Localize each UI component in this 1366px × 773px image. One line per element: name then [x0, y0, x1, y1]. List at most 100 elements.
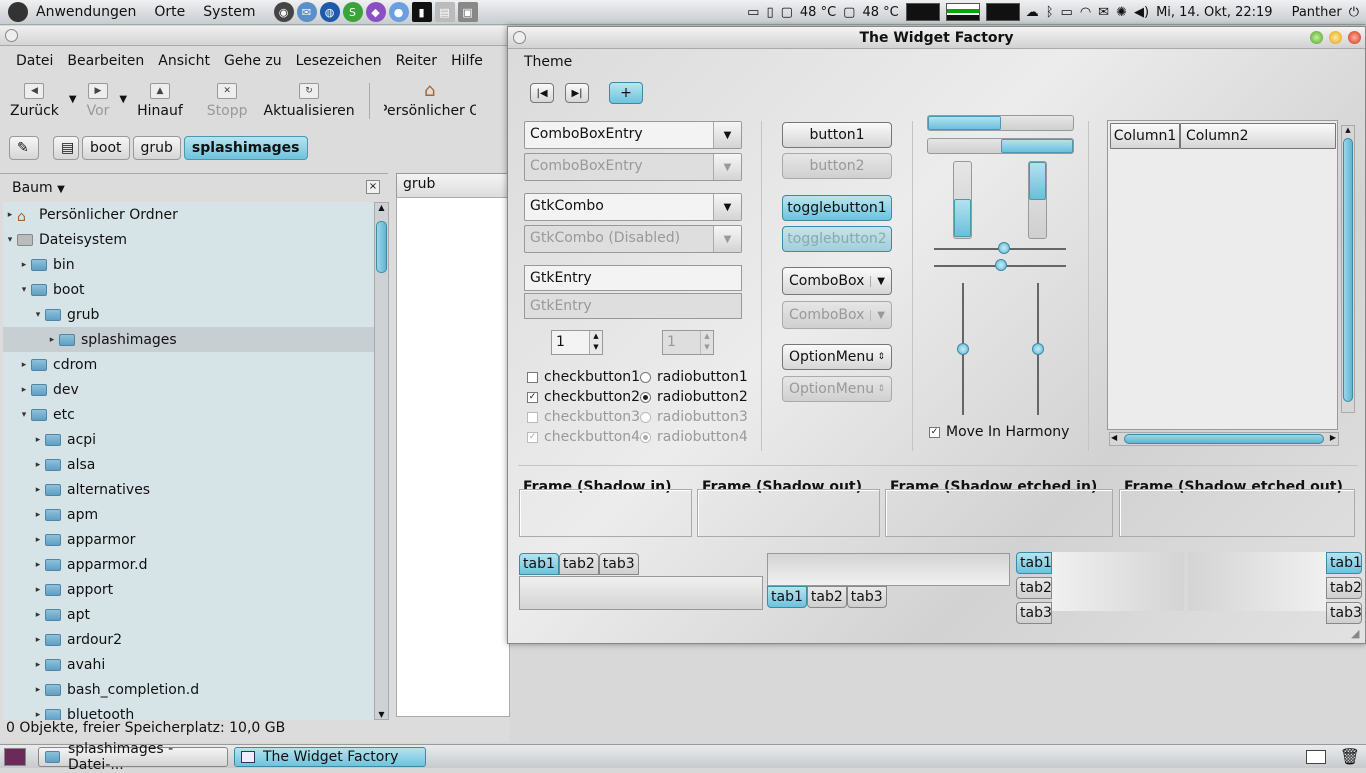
window-menu-icon[interactable]: [5, 29, 18, 42]
expander-icon[interactable]: ▾: [3, 235, 17, 245]
expander-icon[interactable]: ▸: [31, 460, 45, 470]
browser-launcher-icon[interactable]: ◍: [319, 2, 340, 22]
pidgin-launcher-icon[interactable]: ◆: [365, 2, 386, 22]
tree-row[interactable]: ▾ Dateisystem: [3, 227, 374, 252]
expander-icon[interactable]: ▸: [31, 635, 45, 645]
expander-icon[interactable]: ▸: [17, 260, 31, 270]
expander-icon[interactable]: ▸: [31, 710, 45, 720]
notification-icon[interactable]: ✺: [1116, 5, 1127, 20]
expander-icon[interactable]: ▸: [31, 435, 45, 445]
forward-button[interactable]: ▶ Vor: [87, 83, 109, 119]
workspace-switcher[interactable]: [1305, 749, 1326, 764]
optionmenu[interactable]: OptionMenu ⇕: [782, 344, 892, 370]
hscroll-thumb[interactable]: [1124, 434, 1324, 444]
expander-icon[interactable]: ▸: [31, 485, 45, 495]
last-button[interactable]: ▶|: [565, 83, 589, 103]
button1[interactable]: button1: [782, 122, 892, 148]
nb4-tab3[interactable]: tab3: [1326, 602, 1362, 624]
column1-header[interactable]: Column1: [1110, 123, 1180, 149]
forward-history-icon[interactable]: ▼: [119, 94, 127, 105]
expander-icon[interactable]: ▸: [31, 685, 45, 695]
tree-scroll-thumb[interactable]: [376, 221, 387, 273]
mem-graph[interactable]: [945, 3, 980, 21]
tree-row[interactable]: ▸ bluetooth: [3, 702, 374, 720]
treeview-vscrollbar[interactable]: ▲: [1341, 125, 1355, 413]
expander-icon[interactable]: ▸: [31, 535, 45, 545]
menu-bearbeiten[interactable]: Bearbeiten: [67, 53, 144, 69]
hscale-1-knob[interactable]: [998, 242, 1010, 254]
tab-grub[interactable]: grub: [396, 173, 510, 197]
comboboxentry[interactable]: ComboBoxEntry ▼: [524, 121, 742, 149]
tree-row[interactable]: ▾ grub: [3, 302, 374, 327]
dropdown-arrow-icon[interactable]: ▼: [713, 122, 741, 148]
expander-icon[interactable]: ▸: [45, 335, 59, 345]
combobox[interactable]: ComboBox ▼: [782, 267, 892, 295]
tree-row[interactable]: ▸ alternatives: [3, 477, 374, 502]
expander-icon[interactable]: ▸: [3, 210, 17, 220]
show-desktop-icon[interactable]: [4, 747, 26, 766]
close-sidepane-icon[interactable]: ×: [366, 180, 380, 194]
minimize-icon[interactable]: [1310, 31, 1323, 44]
system-menu[interactable]: System: [203, 4, 255, 20]
scroll-down-icon[interactable]: ▼: [375, 710, 388, 719]
back-history-icon[interactable]: ▼: [69, 94, 77, 105]
move-in-harmony-check[interactable]: ✓ Move In Harmony: [929, 422, 1069, 442]
battery-icon[interactable]: ▭: [1061, 5, 1073, 20]
nb3-tab1[interactable]: tab1: [1016, 552, 1052, 574]
expander-icon[interactable]: ▸: [17, 385, 31, 395]
reload-button[interactable]: ↻ Aktualisieren: [264, 83, 355, 119]
tree-row[interactable]: ▸ splashimages: [3, 327, 374, 352]
screenshot-launcher-icon[interactable]: ▣: [457, 2, 478, 22]
crumb-boot[interactable]: boot: [82, 136, 130, 160]
nb4-tab1[interactable]: tab1: [1326, 552, 1362, 574]
edit-location-button[interactable]: ✎: [9, 136, 39, 160]
root-crumb[interactable]: ▤: [53, 136, 79, 160]
file-manager-titlebar[interactable]: [0, 26, 510, 46]
expander-icon[interactable]: ▾: [17, 285, 31, 295]
checkbutton2[interactable]: ✓ checkbutton2: [527, 387, 640, 407]
wifi-icon[interactable]: ◠: [1080, 5, 1091, 20]
clock[interactable]: Mi, 14. Okt, 22:19: [1156, 5, 1273, 20]
menu-datei[interactable]: Datei: [16, 53, 53, 69]
chat-launcher-icon[interactable]: ●: [388, 2, 409, 22]
home-button[interactable]: ⌂ Persönlicher O: [384, 80, 476, 119]
nb4-tab2[interactable]: tab2: [1326, 577, 1362, 599]
nb1-tab2[interactable]: tab2: [558, 553, 599, 575]
expander-icon[interactable]: ▸: [31, 585, 45, 595]
tree-row[interactable]: ▸ ⌂ Persönlicher Ordner: [3, 202, 374, 227]
tree-row[interactable]: ▸ apm: [3, 502, 374, 527]
folder-tree[interactable]: ▸ ⌂ Persönlicher Ordner ▾ Dateisystem ▸ bin ▾ bo…: [3, 202, 374, 720]
spin-arrows-icon[interactable]: ▲ ▼: [589, 331, 602, 354]
window-menu-icon[interactable]: [513, 31, 526, 44]
weather-icon[interactable]: ☁: [1026, 5, 1039, 20]
tree-row[interactable]: ▸ apt: [3, 602, 374, 627]
radiobutton2[interactable]: radiobutton2: [640, 387, 748, 407]
net-graph[interactable]: [985, 3, 1020, 21]
places-menu[interactable]: Orte: [154, 4, 185, 20]
add-button[interactable]: +: [609, 82, 643, 104]
cpu-graph[interactable]: [905, 3, 940, 21]
treeview-hscrollbar[interactable]: ◀ ▶: [1109, 432, 1339, 446]
menu-gehe-zu[interactable]: Gehe zu: [224, 53, 282, 69]
widget-factory-titlebar[interactable]: The Widget Factory: [508, 27, 1365, 49]
menu-reiter[interactable]: Reiter: [396, 53, 437, 69]
expander-icon[interactable]: ▸: [31, 610, 45, 620]
mail-launcher-icon[interactable]: ✉: [296, 2, 317, 22]
tree-row[interactable]: ▾ boot: [3, 277, 374, 302]
up-button[interactable]: ▲ Hinauf: [137, 83, 183, 119]
dropdown-arrow-icon[interactable]: ▼: [713, 194, 741, 220]
nb2-tab3[interactable]: tab3: [846, 586, 887, 608]
scroll-right-icon[interactable]: ▶: [1330, 433, 1336, 442]
nb1-tab3[interactable]: tab3: [598, 553, 639, 575]
menu-hilfe[interactable]: Hilfe: [451, 53, 483, 69]
maximize-icon[interactable]: [1329, 31, 1342, 44]
radiobutton1[interactable]: radiobutton1: [640, 367, 748, 387]
tree-row[interactable]: ▸ avahi: [3, 652, 374, 677]
tree-row[interactable]: ▸ apparmor.d: [3, 552, 374, 577]
crumb-grub[interactable]: grub: [132, 136, 181, 160]
file-view[interactable]: [396, 197, 510, 717]
expander-icon[interactable]: ▾: [17, 410, 31, 420]
vscale-1-knob[interactable]: [957, 343, 969, 355]
expander-icon[interactable]: ▸: [31, 660, 45, 670]
bluetooth-icon[interactable]: ᛒ: [1046, 5, 1054, 20]
